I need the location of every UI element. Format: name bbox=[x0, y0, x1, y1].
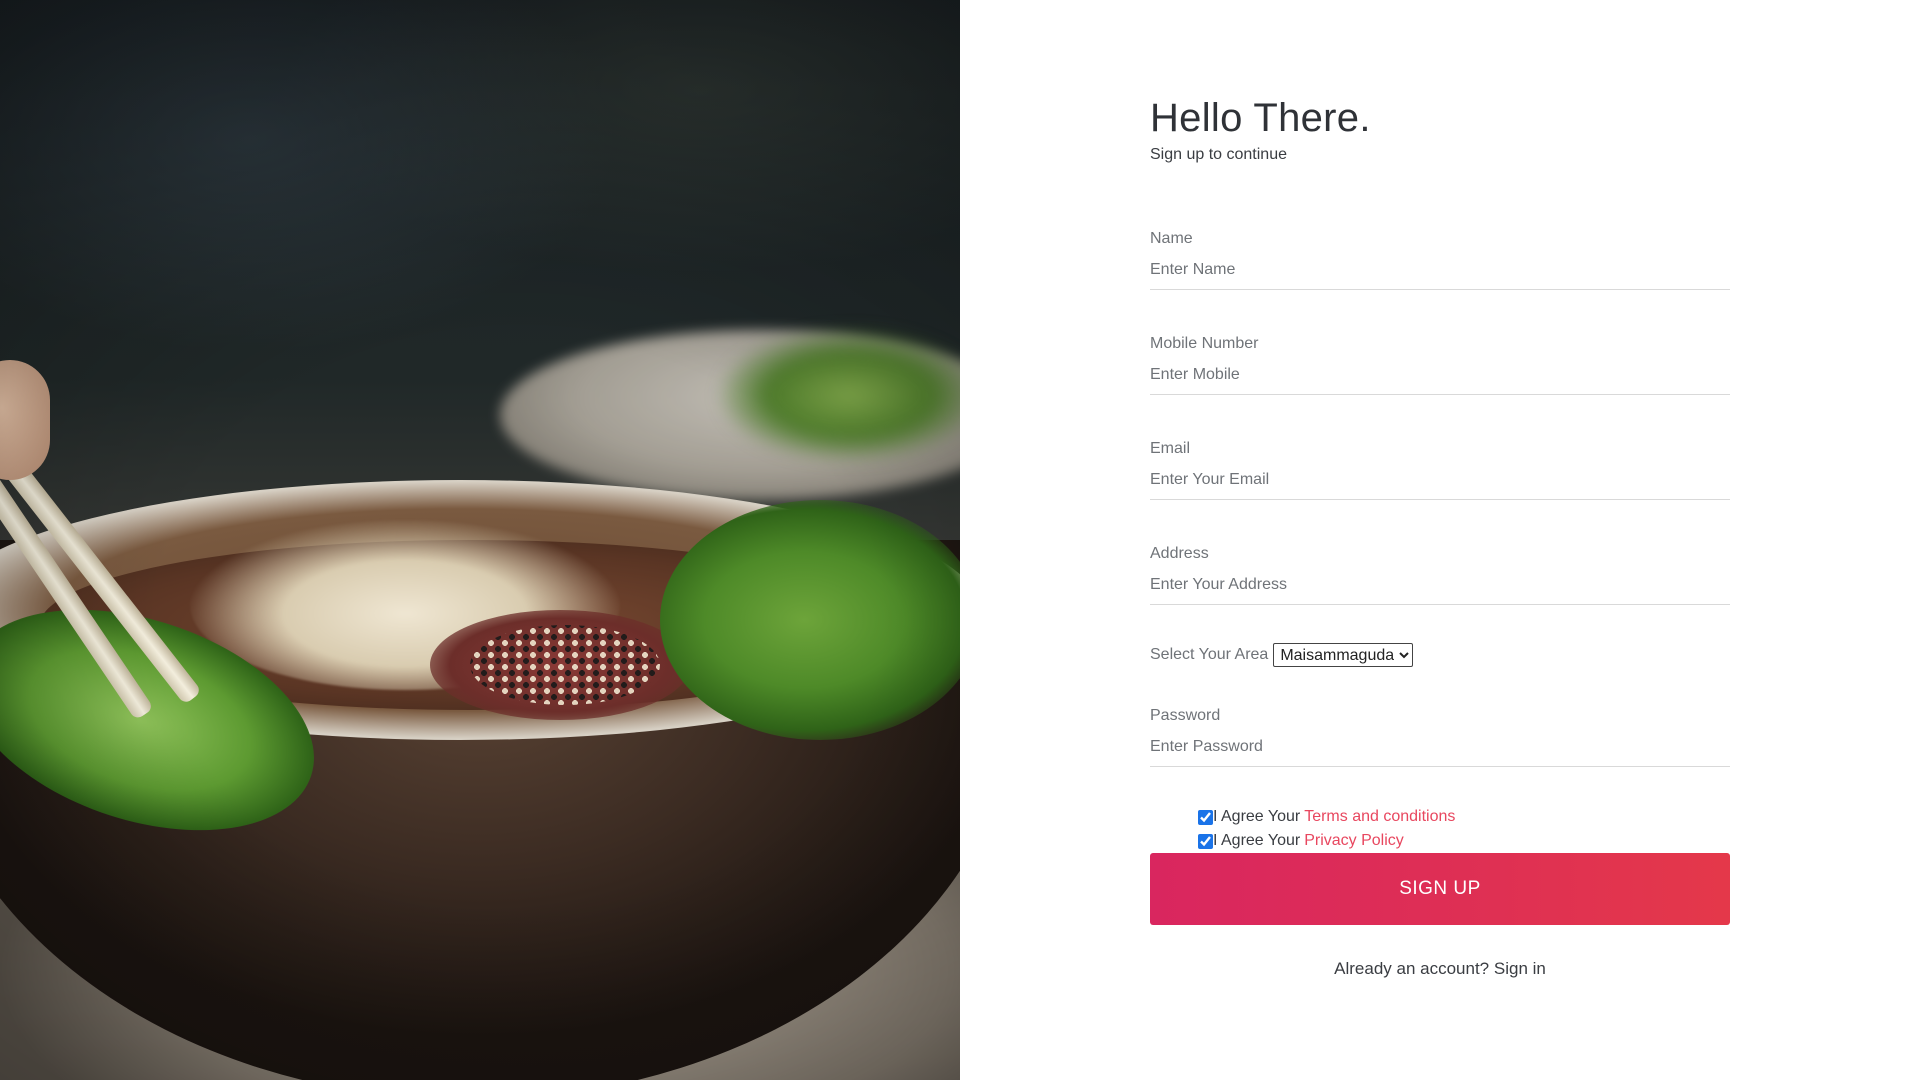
page-subtitle: Sign up to continue bbox=[1150, 146, 1287, 163]
name-label: Name bbox=[1150, 230, 1193, 247]
agreement-checks: I Agree Your Terms and conditions I Agre… bbox=[1150, 805, 1730, 853]
signin-prompt-row: Already an account? Sign in bbox=[1150, 959, 1730, 979]
area-select[interactable]: Maisammaguda bbox=[1273, 643, 1414, 667]
signup-form: Hello There. Sign up to continue Name Mo… bbox=[1150, 92, 1730, 979]
privacy-checkbox[interactable] bbox=[1198, 833, 1213, 849]
signup-button[interactable]: SIGN UP bbox=[1150, 853, 1730, 925]
signup-panel: Hello There. Sign up to continue Name Mo… bbox=[960, 0, 1920, 1080]
signin-link[interactable]: Sign in bbox=[1494, 959, 1546, 978]
image-vignette bbox=[0, 0, 960, 1080]
signin-prompt: Already an account? bbox=[1334, 959, 1490, 978]
address-field-group: Address bbox=[1150, 545, 1730, 605]
terms-prefix: I Agree Your bbox=[1213, 808, 1301, 825]
privacy-link[interactable]: Privacy Policy bbox=[1304, 832, 1404, 850]
mobile-input[interactable] bbox=[1150, 357, 1730, 395]
area-field-group: Select Your Area Maisammaguda bbox=[1150, 643, 1730, 667]
mobile-label: Mobile Number bbox=[1150, 335, 1259, 352]
address-input[interactable] bbox=[1150, 567, 1730, 605]
terms-link[interactable]: Terms and conditions bbox=[1304, 808, 1455, 826]
email-label: Email bbox=[1150, 440, 1191, 457]
address-label: Address bbox=[1150, 545, 1209, 562]
hero-food-image bbox=[0, 0, 960, 1080]
privacy-prefix: I Agree Your bbox=[1213, 832, 1301, 849]
password-label: Password bbox=[1150, 707, 1221, 724]
terms-agreement-row: I Agree Your Terms and conditions bbox=[1198, 805, 1730, 829]
email-field-group: Email bbox=[1150, 440, 1730, 500]
name-field-group: Name bbox=[1150, 230, 1730, 290]
password-field-group: Password bbox=[1150, 707, 1730, 767]
privacy-agreement-row: I Agree Your Privacy Policy bbox=[1198, 829, 1730, 853]
mobile-field-group: Mobile Number bbox=[1150, 335, 1730, 395]
page-title: Hello There. bbox=[1150, 96, 1371, 140]
name-input[interactable] bbox=[1150, 252, 1730, 290]
email-input[interactable] bbox=[1150, 462, 1730, 500]
area-label: Select Your Area bbox=[1150, 646, 1269, 663]
terms-checkbox[interactable] bbox=[1198, 809, 1213, 825]
password-input[interactable] bbox=[1150, 729, 1730, 767]
